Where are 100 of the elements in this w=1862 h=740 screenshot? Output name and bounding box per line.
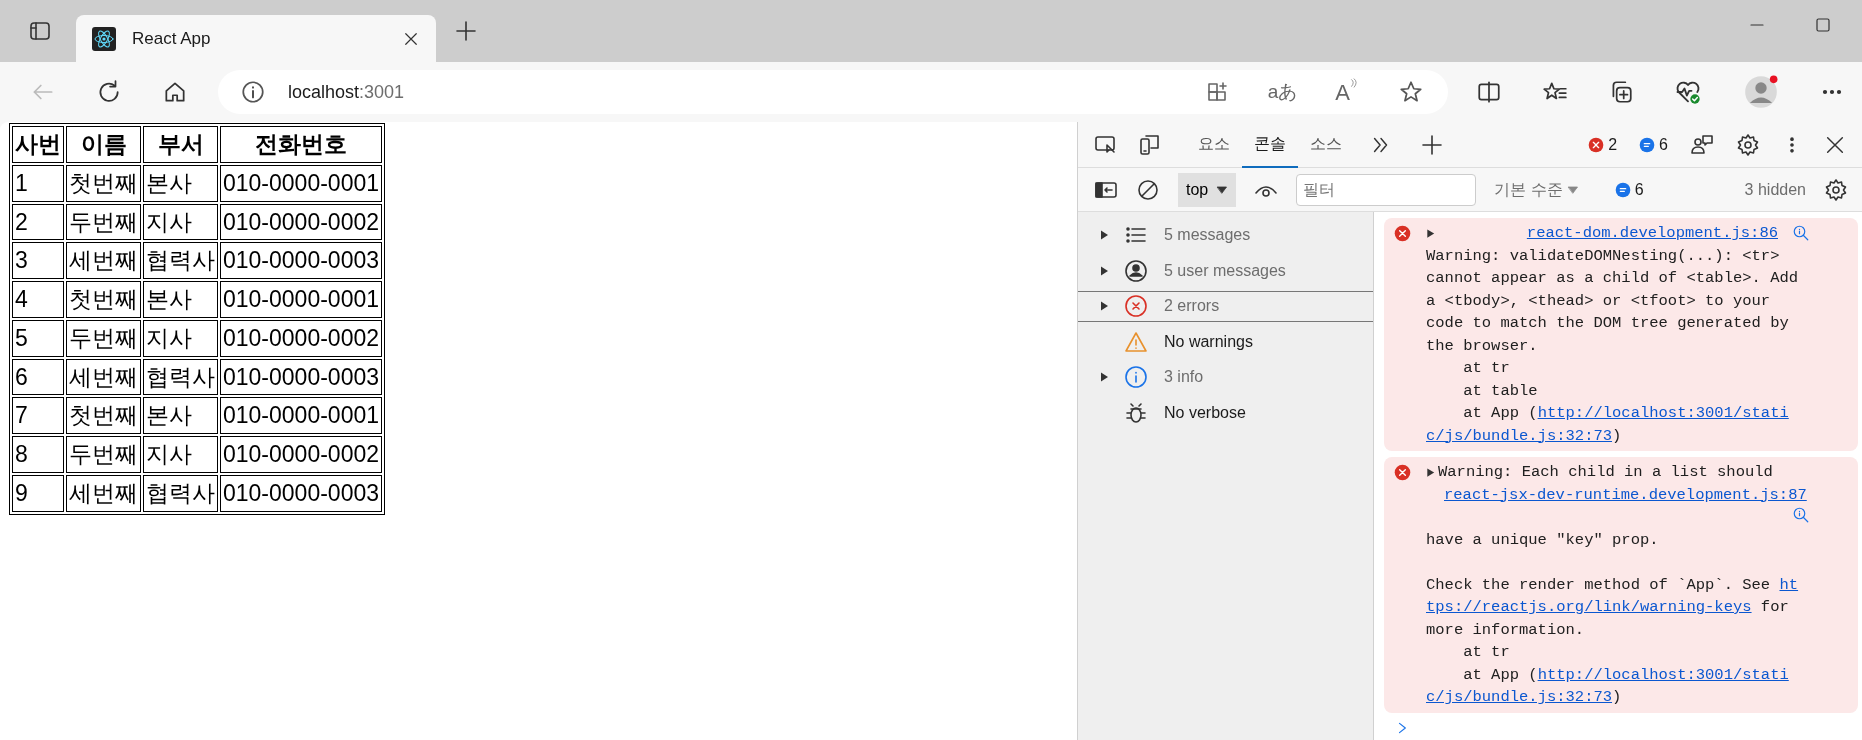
- devtools-tab[interactable]: 요소: [1186, 121, 1242, 168]
- source-link[interactable]: c/js/bundle.js:32:73: [1426, 688, 1613, 706]
- column-header: 사번: [12, 126, 64, 163]
- device-icon[interactable]: [1138, 132, 1162, 157]
- console-text: at tr: [1462, 642, 1511, 663]
- translate-button[interactable]: aあ: [1267, 77, 1298, 107]
- user-filter-icon: [1124, 258, 1148, 283]
- table-cell: 8: [12, 436, 64, 473]
- warnings-filter-icon: [1124, 329, 1148, 354]
- console-text: a <tbody>, <thead> or <tfoot> to your: [1425, 290, 1772, 312]
- source-link[interactable]: ht: [1779, 575, 1799, 594]
- error-icon: [1394, 463, 1411, 481]
- message-icon: [1639, 136, 1656, 153]
- table-cell: 본사: [143, 164, 218, 202]
- console-text: Check the render method of `App`. See: [1426, 575, 1772, 594]
- feedback-icon[interactable]: [1690, 132, 1714, 157]
- table-cell: 지사: [143, 319, 218, 357]
- table-cell: 6: [12, 358, 64, 396]
- table-cell: 세번째: [66, 358, 141, 396]
- source-link[interactable]: react-jsx-dev-runtime.development.js:87: [1444, 485, 1807, 504]
- console-text: the browser.: [1425, 335, 1539, 357]
- sidebar-item[interactable]: 5 messages: [1078, 220, 1373, 251]
- hidden-count: 3 hidden: [1744, 179, 1806, 200]
- column-header: 이름: [66, 126, 141, 163]
- message-icon: [1614, 181, 1631, 198]
- console-text: ): [1612, 426, 1622, 445]
- console-text: at tr: [1462, 358, 1511, 379]
- new-tab-icon[interactable]: [454, 19, 478, 43]
- sidebar-item[interactable]: No warnings: [1078, 326, 1373, 357]
- table-cell: 010-0000-0003: [220, 474, 383, 512]
- profile-avatar-icon[interactable]: [1742, 73, 1780, 111]
- table-cell: 첫번째: [66, 397, 141, 434]
- table-cell: 지사: [143, 436, 218, 473]
- table-cell: 3: [12, 242, 64, 279]
- sidebar-item[interactable]: No verbose: [1078, 397, 1373, 428]
- table-cell: 첫번째: [66, 281, 141, 318]
- source-link[interactable]: react-dom.development.js:86: [1526, 222, 1778, 245]
- table-cell: 4: [12, 281, 64, 318]
- expand-arrow-icon[interactable]: [1098, 264, 1110, 277]
- error-count[interactable]: 2: [1588, 132, 1618, 157]
- table-cell: 010-0000-0002: [220, 436, 383, 473]
- message-count[interactable]: 6: [1639, 132, 1668, 157]
- console-settings-icon[interactable]: [1824, 177, 1848, 202]
- column-header: 부서: [143, 126, 218, 163]
- table-cell: 010-0000-0002: [220, 319, 383, 357]
- console-text: for: [1759, 598, 1789, 616]
- table-cell: 010-0000-0002: [220, 203, 383, 241]
- table-cell: 세번째: [66, 474, 141, 512]
- verbose-filter-icon: [1124, 400, 1148, 425]
- console-text: have a unique "key" prop.: [1425, 529, 1660, 551]
- table-cell: 본사: [143, 397, 218, 434]
- console-text: more information.: [1425, 619, 1586, 641]
- info-icon[interactable]: [240, 79, 266, 105]
- sidebar-item[interactable]: 5 user messages: [1078, 255, 1373, 286]
- expand-arrow-icon[interactable]: [1098, 229, 1110, 242]
- source-link[interactable]: c/js/bundle.js:32:73: [1426, 426, 1613, 445]
- react-logo-icon: [92, 26, 116, 51]
- source-link[interactable]: tps://reactjs.org/link/warning-keys: [1426, 598, 1752, 616]
- clear-console-icon[interactable]: [1136, 177, 1160, 202]
- expand-arrow-icon[interactable]: [1098, 300, 1110, 313]
- caret-icon: [1216, 183, 1229, 196]
- add-tab-icon[interactable]: [1420, 132, 1444, 157]
- split-screen-icon[interactable]: [1476, 79, 1502, 105]
- expand-arrow-icon[interactable]: [1098, 371, 1110, 384]
- sidebar-item[interactable]: 2 errors: [1078, 291, 1373, 322]
- console-text: cannot appear as a child of <table>. Add: [1425, 268, 1800, 289]
- source-link[interactable]: http://localhost:3001/stati: [1537, 404, 1789, 422]
- caret-icon: [1566, 183, 1579, 196]
- table-cell: 1: [12, 164, 64, 202]
- sound-waves-icon: [1350, 75, 1360, 90]
- maximize-icon[interactable]: [1814, 16, 1832, 34]
- errors-filter-icon: [1124, 294, 1148, 319]
- sidebar-item[interactable]: 3 info: [1078, 362, 1373, 393]
- source-link[interactable]: http://localhost:3001/stati: [1537, 665, 1789, 684]
- table-cell: 지사: [143, 203, 218, 241]
- read-aloud-button[interactable]: A: [1335, 75, 1360, 109]
- table-cell: 7: [12, 397, 64, 434]
- devtools-tab[interactable]: 소스: [1298, 121, 1354, 168]
- table-cell: 010-0000-0001: [220, 397, 383, 434]
- app-grid-icon[interactable]: [1205, 80, 1230, 104]
- console-text: at table: [1462, 380, 1539, 402]
- table-cell: 010-0000-0001: [220, 164, 383, 202]
- log-level-dropdown[interactable]: 기본 수준: [1494, 177, 1579, 202]
- filter-field[interactable]: 필터: [1296, 173, 1477, 206]
- console-text: Warning: Each child in a list should: [1437, 462, 1773, 483]
- tab-actions-icon[interactable]: [28, 19, 52, 43]
- search-icon[interactable]: [1792, 506, 1810, 524]
- table-cell: 세번째: [66, 242, 141, 279]
- context-dropdown[interactable]: top: [1178, 172, 1237, 207]
- search-icon[interactable]: [1792, 224, 1810, 243]
- error-icon: [1394, 224, 1411, 242]
- console-text: Warning: validateDOMNesting(...): <tr>: [1425, 245, 1781, 267]
- settings-icon[interactable]: [1736, 132, 1760, 157]
- table-cell: 두번째: [66, 436, 141, 473]
- table-cell: 9: [12, 474, 64, 512]
- url-text[interactable]: localhost:3001: [288, 78, 405, 106]
- message-count[interactable]: 6: [1614, 177, 1644, 202]
- console-text: ): [1612, 688, 1622, 706]
- table-cell: 010-0000-0001: [220, 281, 383, 318]
- table-cell: 협력사: [143, 242, 218, 279]
